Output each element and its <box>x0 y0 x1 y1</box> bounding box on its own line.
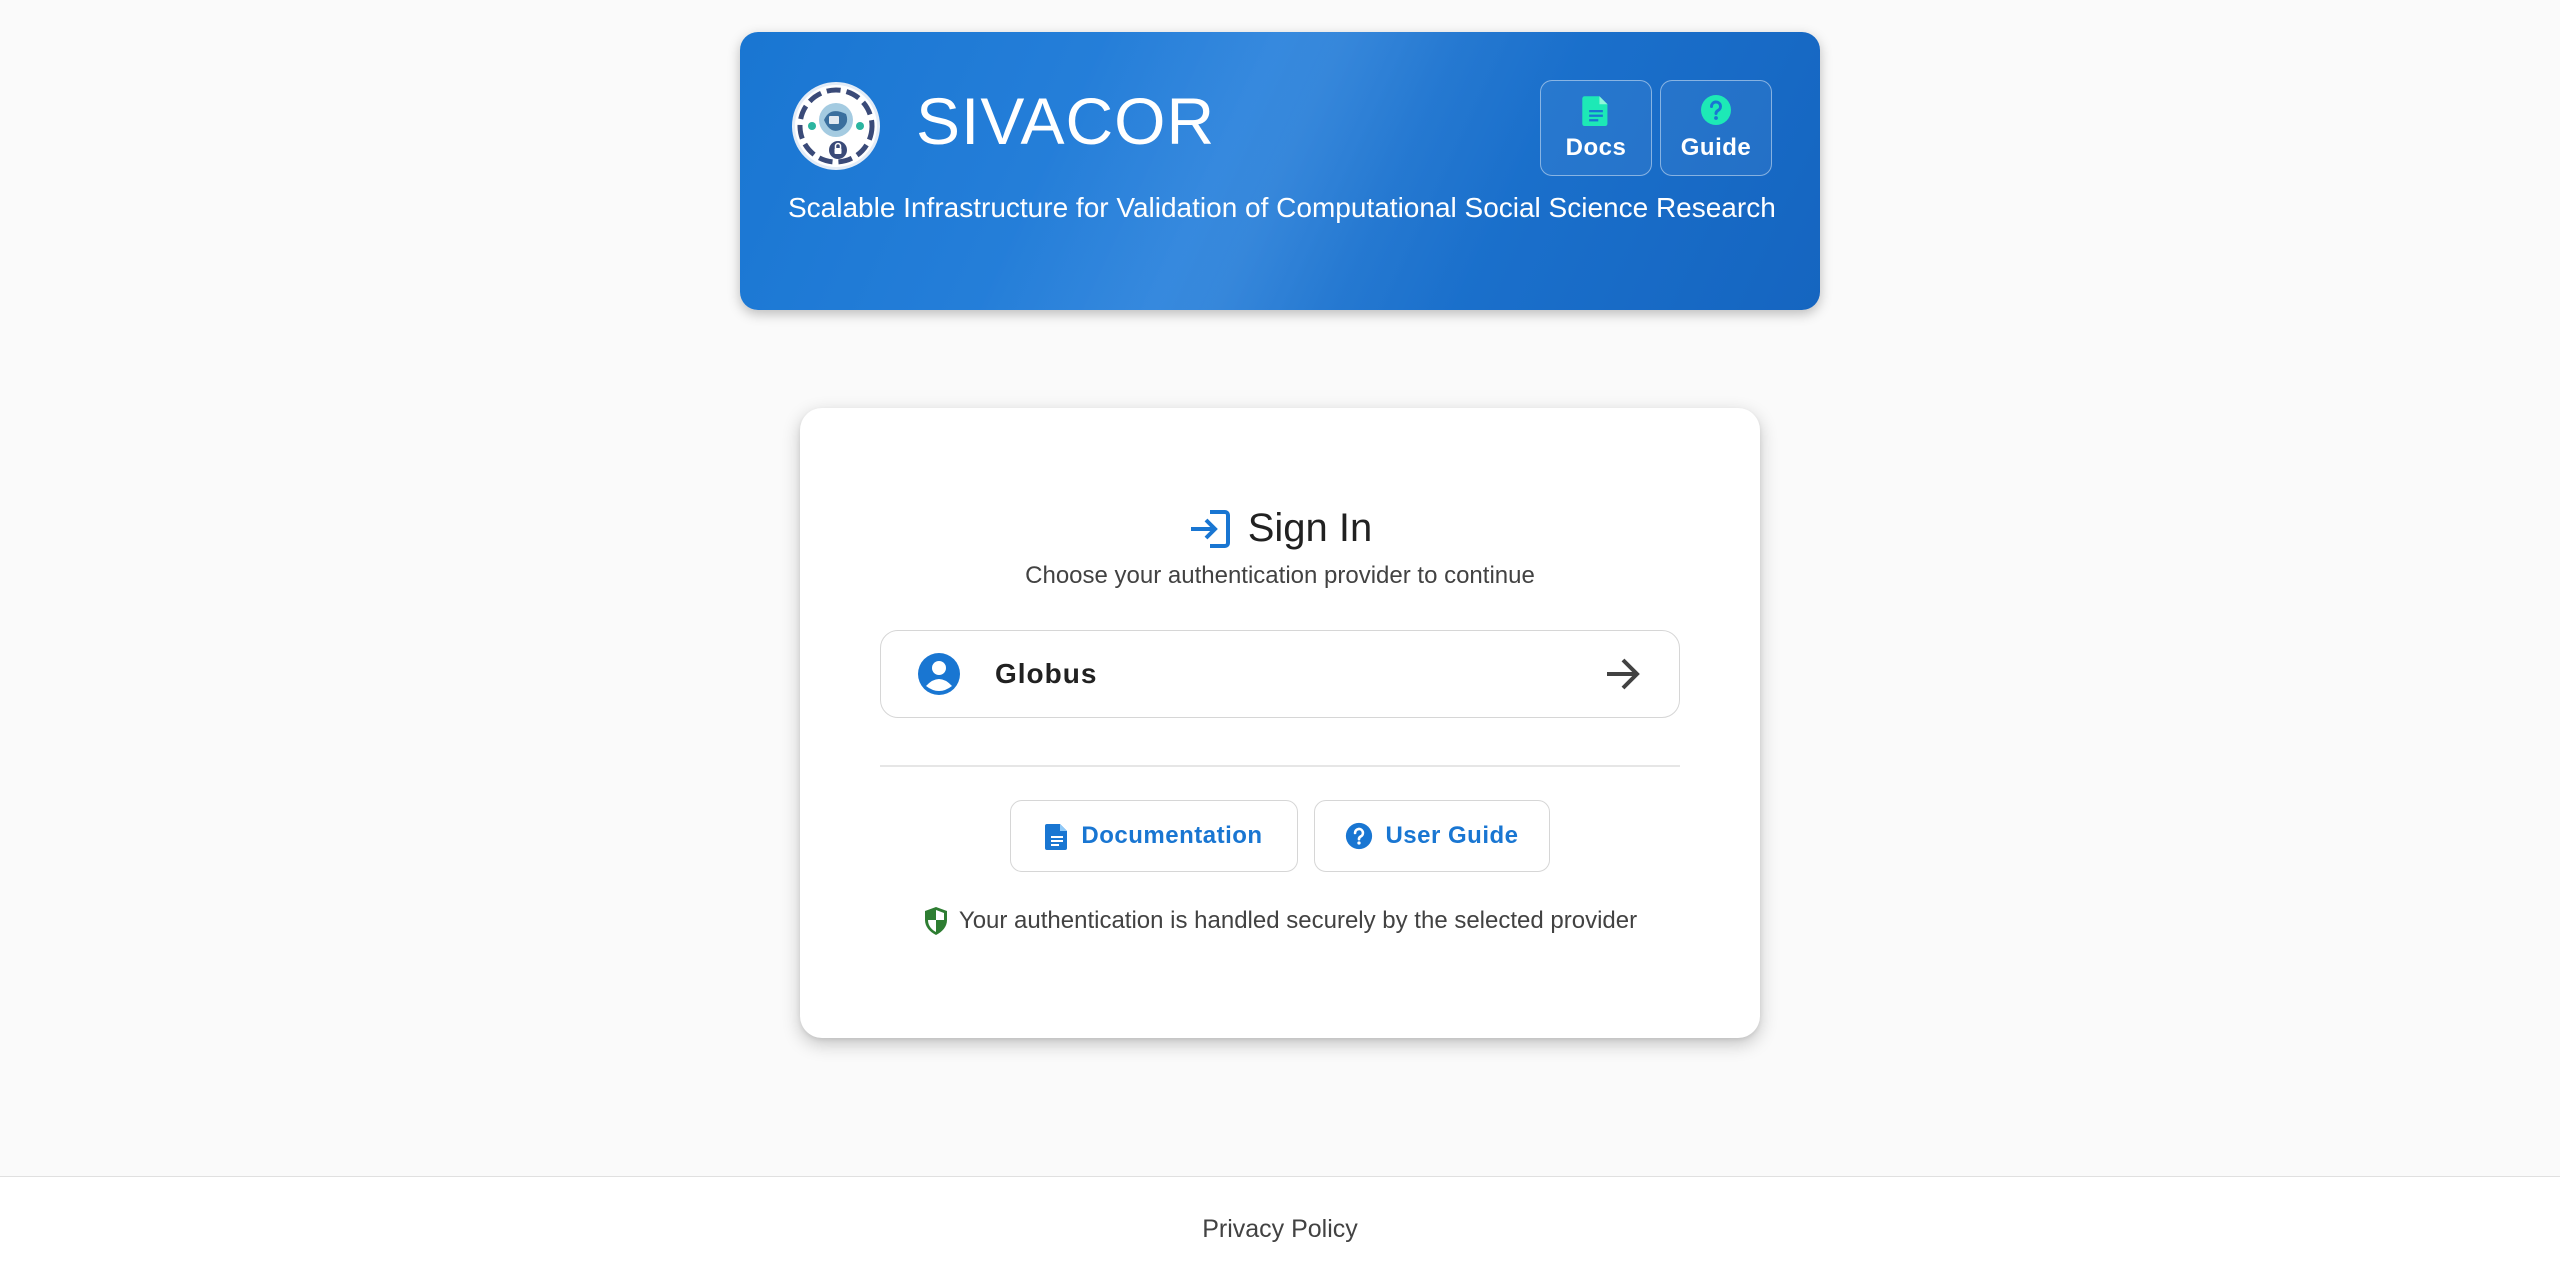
arrow-right-icon <box>1607 658 1640 690</box>
guide-button-label: Guide <box>1680 134 1752 161</box>
app-title: SIVACOR <box>916 84 1216 158</box>
user-guide-button[interactable]: User Guide <box>1314 800 1550 872</box>
signin-title: Sign In <box>1247 506 1373 550</box>
divider <box>880 765 1680 767</box>
docs-button-label: Docs <box>1565 134 1627 161</box>
secure-note-text: Your authentication is handled securely … <box>958 907 1638 934</box>
login-icon <box>1190 509 1230 548</box>
documentation-button[interactable]: Documentation <box>1010 800 1298 872</box>
secure-note: Your authentication is handled securely … <box>800 906 1760 936</box>
shield-icon <box>924 907 947 935</box>
privacy-policy-link[interactable]: Privacy Policy <box>0 1215 2560 1244</box>
header-banner: SIVACOR Scalable Infrastructure for Vali… <box>740 32 1820 310</box>
user-guide-label: User Guide <box>1385 822 1519 849</box>
globus-provider-button[interactable]: Globus <box>880 630 1680 718</box>
document-icon <box>1045 824 1068 850</box>
guide-button[interactable]: Guide <box>1660 80 1772 176</box>
account-circle-icon <box>918 653 960 695</box>
help-circle-icon <box>1346 822 1373 850</box>
sivacor-logo-icon <box>797 87 875 165</box>
document-icon <box>1582 96 1608 126</box>
help-circle-icon <box>1701 95 1731 125</box>
docs-button[interactable]: Docs <box>1540 80 1652 176</box>
logo <box>792 82 880 170</box>
provider-label: Globus <box>995 658 1098 689</box>
signin-card: Sign In Choose your authentication provi… <box>800 408 1760 1038</box>
footer: Privacy Policy <box>0 1176 2560 1280</box>
app-subtitle: Scalable Infrastructure for Validation o… <box>788 192 1776 223</box>
signin-subtitle: Choose your authentication provider to c… <box>1025 562 1535 589</box>
signin-heading: Sign In <box>800 506 1760 551</box>
documentation-label: Documentation <box>1081 822 1263 849</box>
